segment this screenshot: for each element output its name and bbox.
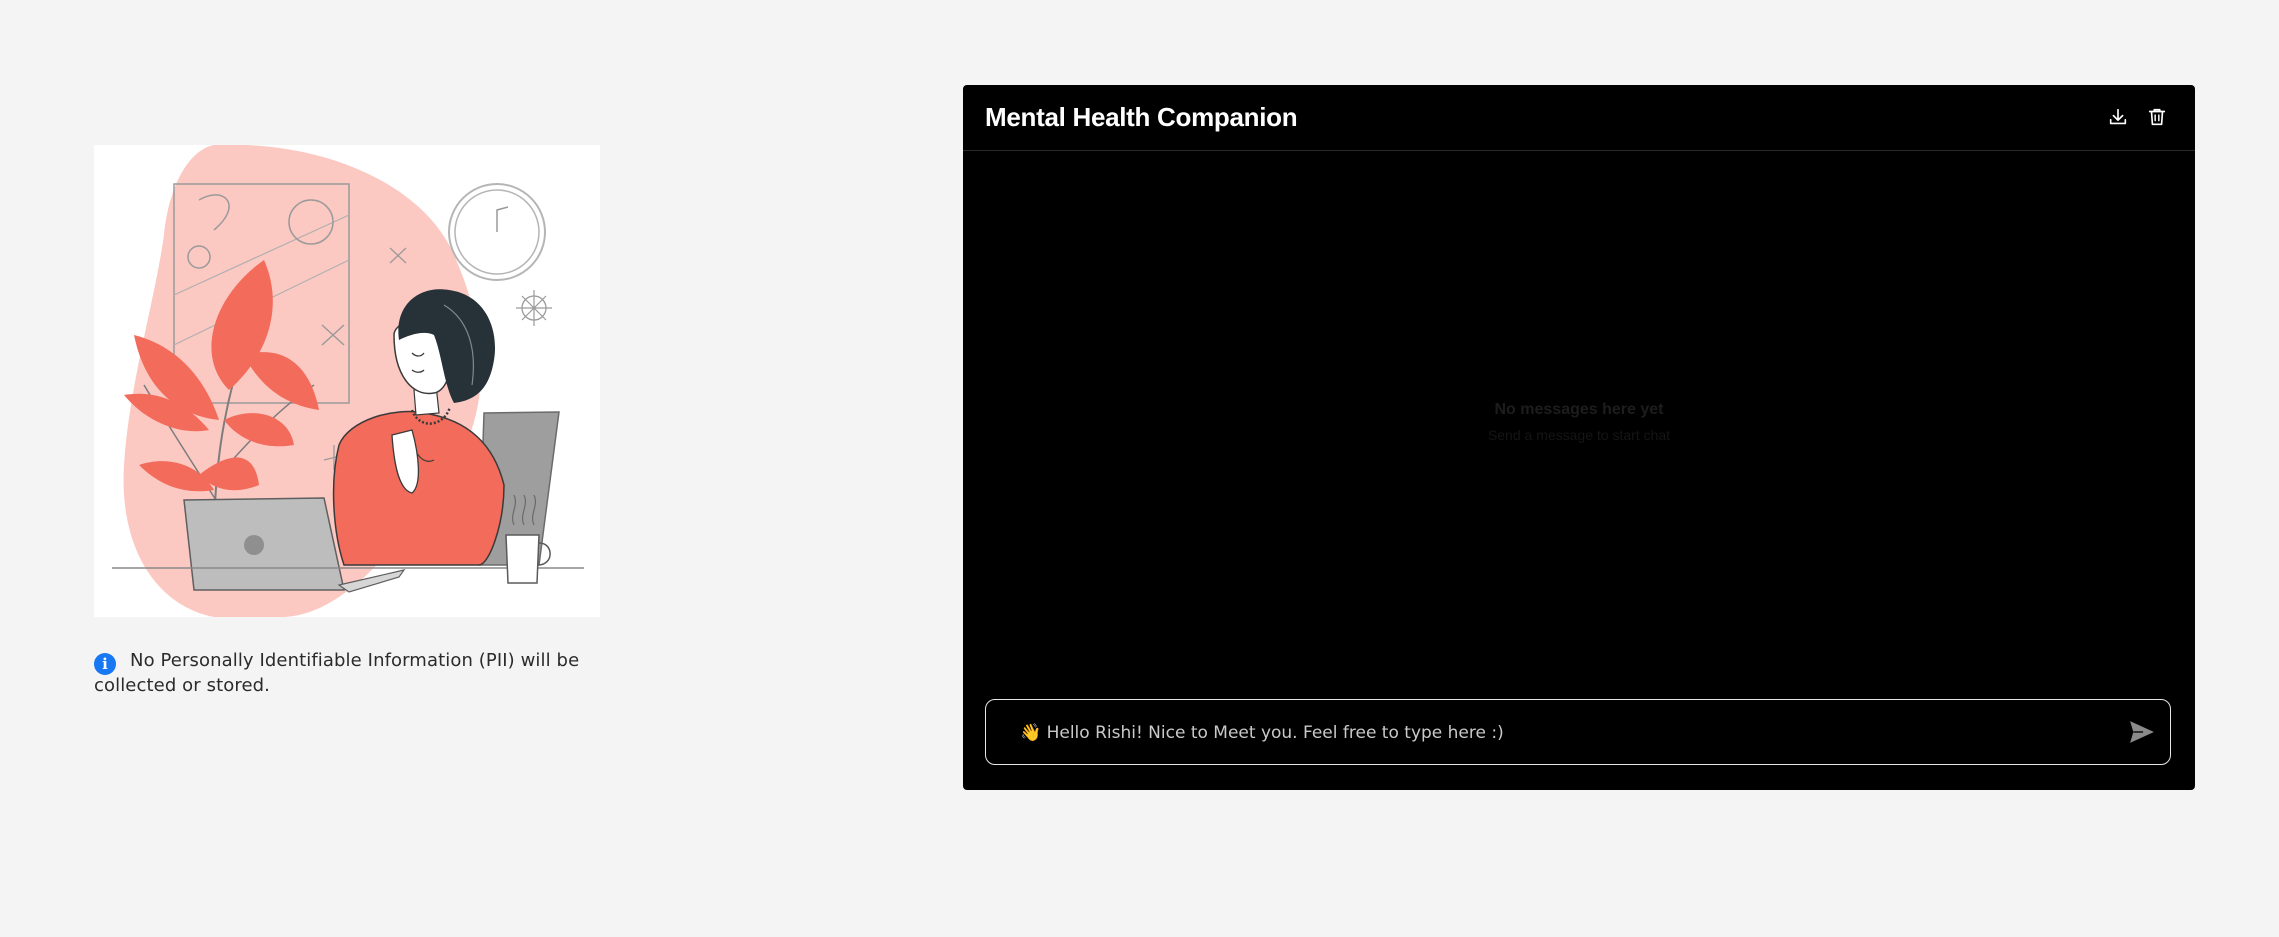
pii-notice-text: No Personally Identifiable Information (… <box>94 650 580 696</box>
send-button[interactable] <box>2129 720 2155 744</box>
info-icon: i <box>94 653 116 675</box>
pii-notice: i No Personally Identifiable Information … <box>94 650 604 697</box>
download-icon <box>2109 108 2127 125</box>
chat-title: Mental Health Companion <box>985 102 1298 132</box>
chat-header: Mental Health Companion <box>963 85 2195 151</box>
empty-state-subtitle: Send a message to start chat <box>1487 427 1671 443</box>
message-composer <box>985 699 2171 766</box>
chat-panel: Mental Health Companion No messages here… <box>963 85 2195 790</box>
hero-illustration <box>94 145 600 617</box>
empty-state-title: No messages here yet <box>1494 401 1664 418</box>
empty-state: No messages here yet Send a message to s… <box>963 401 2195 443</box>
trash-icon <box>2148 108 2166 126</box>
download-chat-button[interactable] <box>2107 106 2129 128</box>
message-input[interactable] <box>1018 700 2102 766</box>
send-icon <box>2130 721 2154 743</box>
clear-chat-button[interactable] <box>2146 106 2168 128</box>
